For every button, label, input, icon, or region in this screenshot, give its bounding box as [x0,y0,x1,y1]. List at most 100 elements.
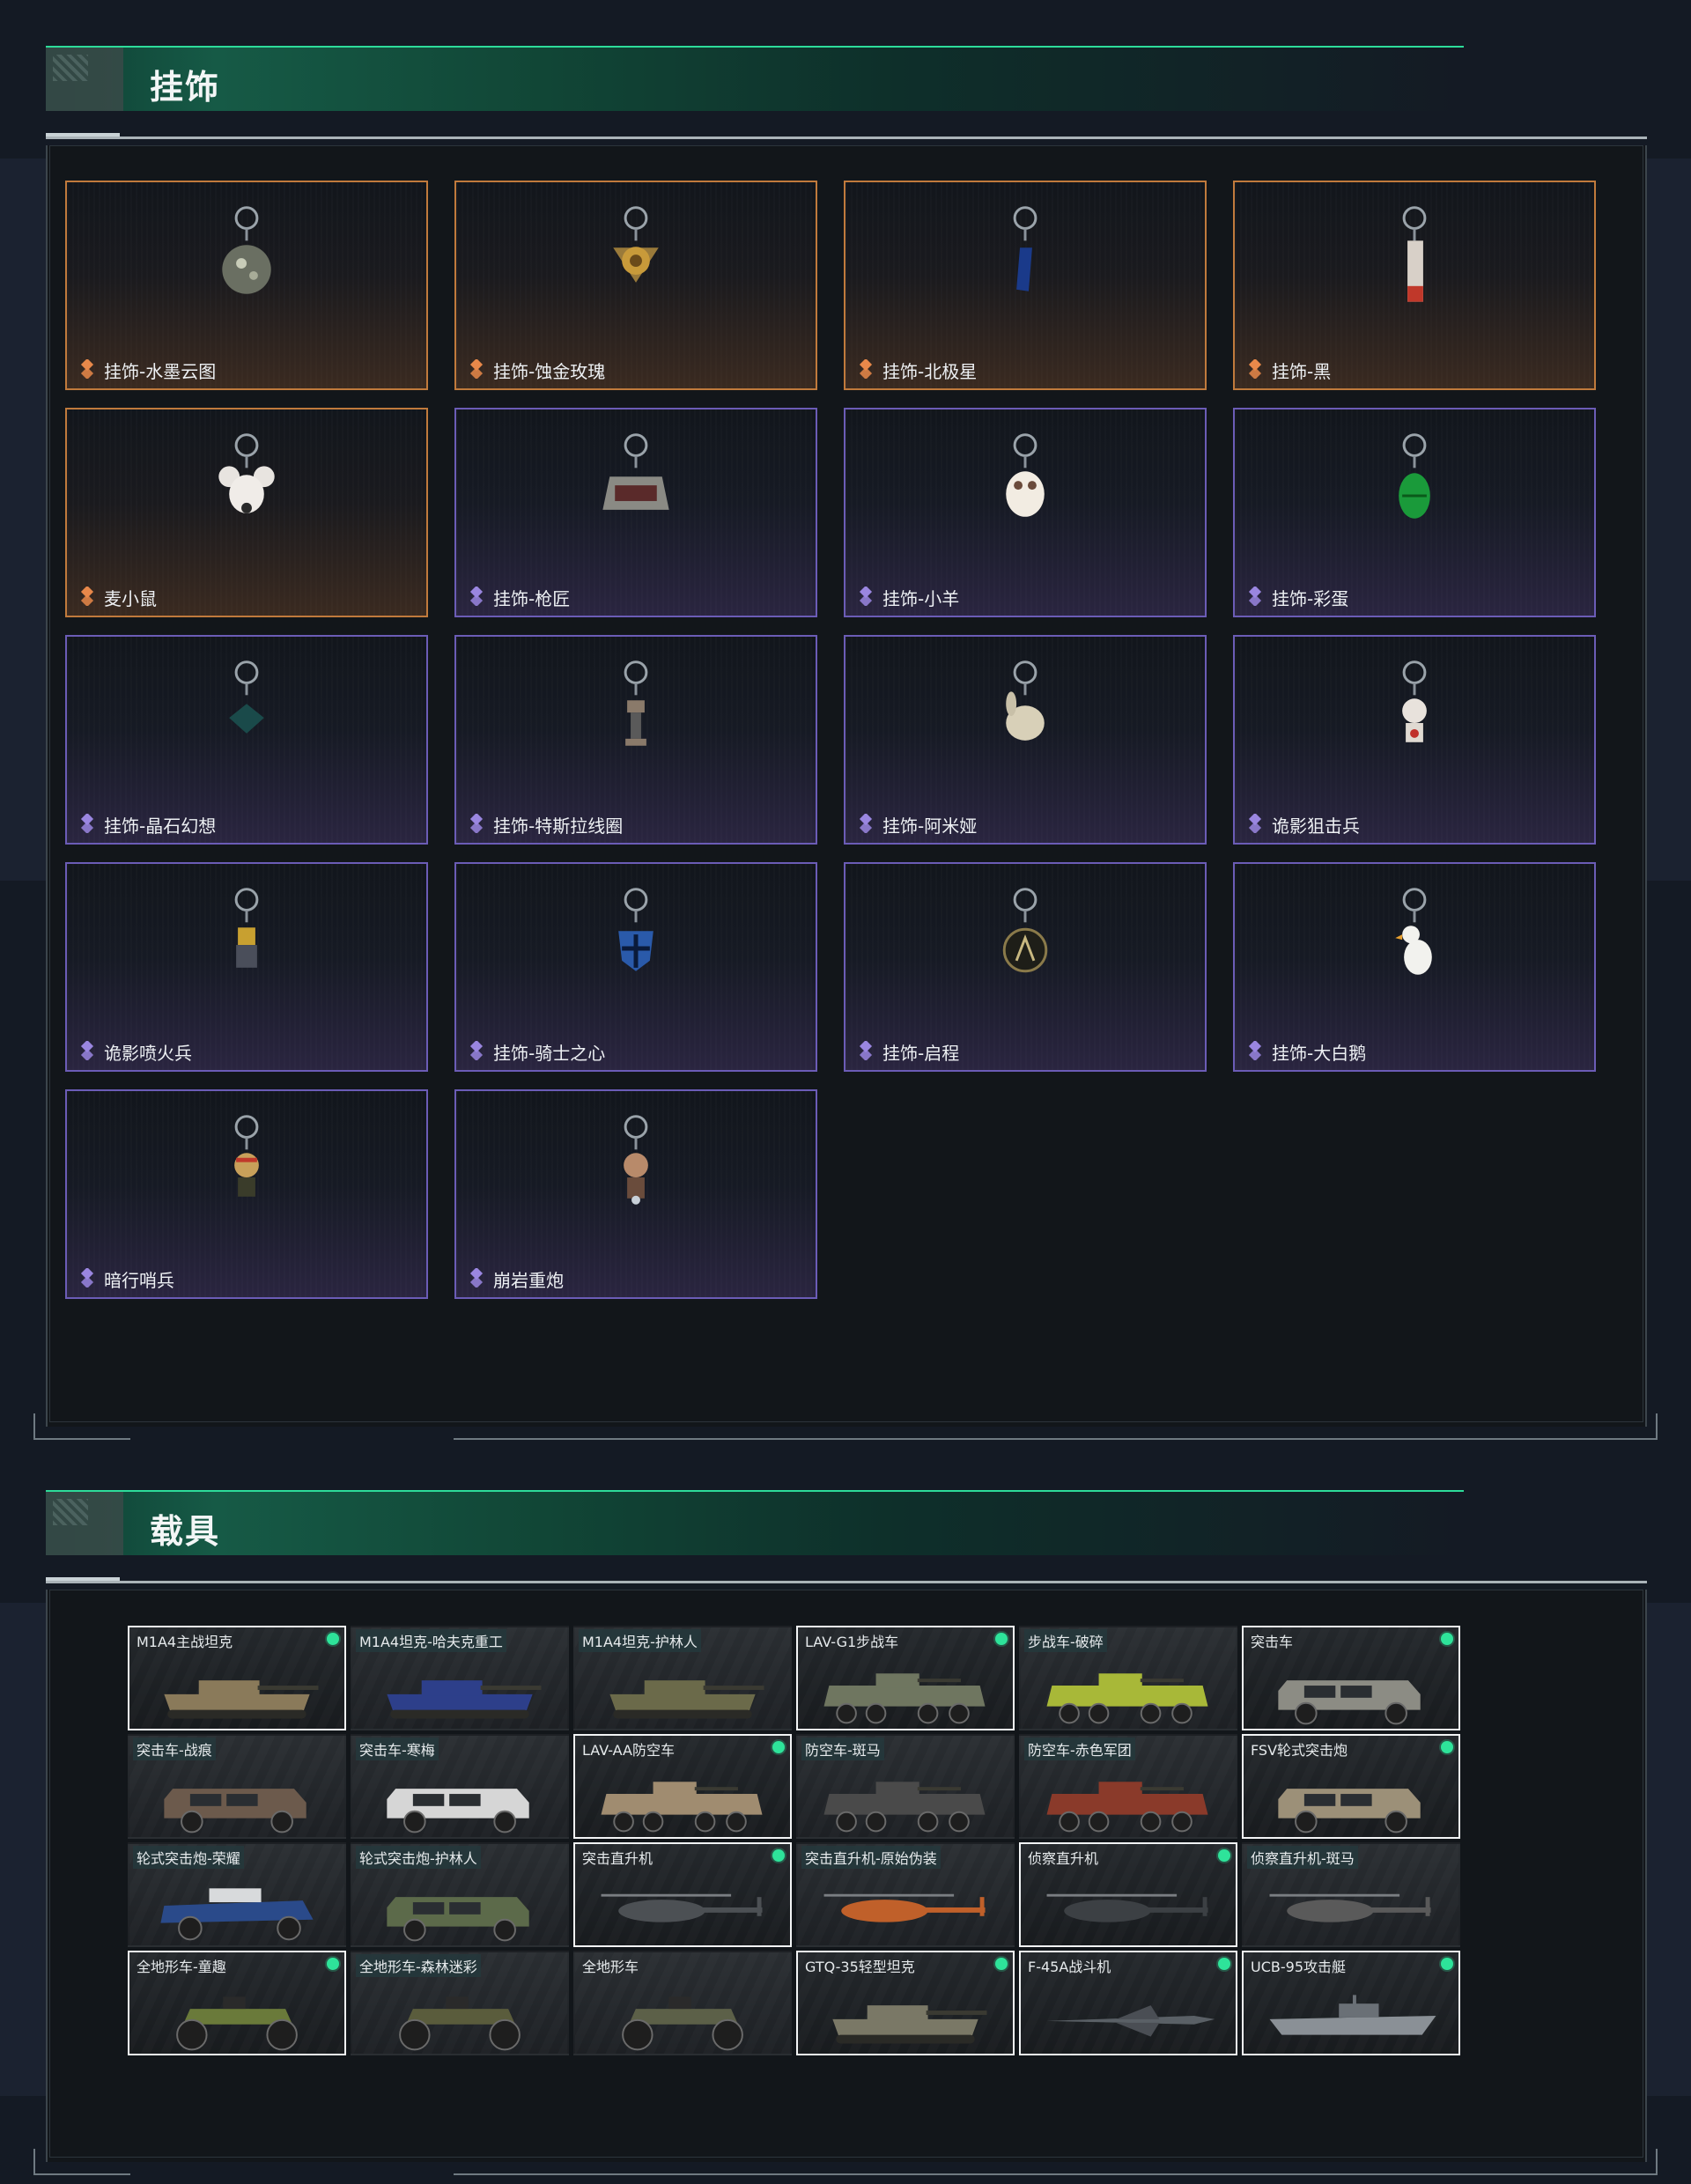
vehicle-card[interactable]: M1A4坦克-哈夫克重工 [351,1626,569,1730]
owned-indicator-icon [1218,1849,1230,1862]
vehicle-card[interactable]: 全地形车 [573,1951,792,2055]
vehicle-name: 侦察直升机-斑马 [1247,1846,1358,1869]
charm-card[interactable]: 挂饰-北极星 [844,181,1207,390]
owned-indicator-icon [1441,1633,1453,1645]
owned-indicator-icon [772,1849,785,1862]
panel-corner [1643,2149,1658,2175]
rarity-diamond-icon [467,585,486,609]
charm-name: 挂饰-阿米娅 [882,815,978,837]
vehicle-card[interactable]: 全地形车-童趣 [128,1951,346,2055]
vehicle-name: 侦察直升机 [1028,1850,1099,1867]
charm-name: 挂饰-北极星 [882,361,978,382]
charm-card[interactable]: 挂饰-启程 [844,862,1207,1072]
charm-name: 挂饰-启程 [882,1043,960,1064]
vehicle-card[interactable]: UCB-95攻击艇 [1242,1951,1460,2055]
charm-label: 挂饰-北极星 [856,358,977,383]
vehicle-card[interactable]: 突击车-寒梅 [351,1734,569,1839]
vehicle-card[interactable]: 突击车 [1242,1626,1460,1730]
charm-card[interactable]: 挂饰-骑士之心 [454,862,817,1072]
charm-name: 挂饰-骑士之心 [493,1043,606,1064]
charm-name: 挂饰-晶石幻想 [104,815,217,837]
rarity-diamond-icon [856,358,875,382]
vehicle-card[interactable]: GTQ-35轻型坦克 [796,1951,1015,2055]
vehicle-card[interactable]: 防空车-赤色军团 [1019,1734,1237,1839]
owned-indicator-icon [1441,1741,1453,1753]
charm-card[interactable]: 暗行哨兵 [65,1089,428,1299]
charm-card[interactable]: 挂饰-水墨云图 [65,181,428,390]
charm-card[interactable]: 挂饰-彩蛋 [1233,408,1596,617]
rarity-diamond-icon [467,1039,486,1064]
vehicle-card[interactable]: 防空车-斑马 [796,1734,1015,1839]
charm-name: 暗行哨兵 [104,1270,174,1291]
vehicle-name: 突击车 [1251,1634,1294,1650]
rarity-diamond-icon [467,358,486,382]
vehicles-section-header: 载具 [46,1490,1464,1555]
panel-bottom-edge [454,1438,1658,1440]
rarity-diamond-icon [467,1266,486,1291]
charm-label: 挂饰-启程 [856,1039,959,1065]
charm-label: 挂饰-黑 [1245,358,1331,383]
vehicle-name: 全地形车-童趣 [137,1959,226,1975]
owned-indicator-icon [1441,1958,1453,1970]
vehicle-card[interactable]: LAV-G1步战车 [796,1626,1015,1730]
vehicle-card[interactable]: 轮式突击炮-荣耀 [128,1842,346,1947]
charm-name: 诡影喷火兵 [104,1043,192,1064]
charm-name: 挂饰-彩蛋 [1272,588,1349,609]
vehicle-card[interactable]: M1A4坦克-护林人 [573,1626,792,1730]
charm-grid: 挂饰-水墨云图 挂饰-蚀金玫瑰 挂饰-北极星 挂饰-黑 麦小鼠 挂饰-枪匠 挂饰-小羊 挂饰-… [65,181,1596,1299]
charm-card[interactable]: 挂饰-大白鹅 [1233,862,1596,1072]
charm-label: 挂饰-枪匠 [467,585,570,610]
vehicle-name: FSV轮式突击炮 [1251,1742,1348,1759]
vehicle-card[interactable]: 突击车-战痕 [128,1734,346,1839]
charm-label: 麦小鼠 [78,585,157,610]
charm-label: 诡影狙击兵 [1245,812,1360,837]
charm-name: 挂饰-大白鹅 [1272,1043,1367,1064]
vehicle-card[interactable]: 全地形车-森林迷彩 [351,1951,569,2055]
charm-label: 诡影喷火兵 [78,1039,192,1065]
vehicle-card[interactable]: 侦察直升机 [1019,1842,1237,1947]
charm-card[interactable]: 麦小鼠 [65,408,428,617]
vehicle-name: 全地形车-森林迷彩 [356,1954,481,1977]
section-divider [46,1577,1647,1583]
vehicle-name: 轮式突击炮-护林人 [356,1846,481,1869]
rarity-diamond-icon [78,812,97,837]
vehicle-card[interactable]: M1A4主战坦克 [128,1626,346,1730]
vehicle-card[interactable]: 突击直升机-原始伪装 [796,1842,1015,1947]
vehicle-card[interactable]: 侦察直升机-斑马 [1242,1842,1460,1947]
charm-name: 挂饰-小羊 [882,588,960,609]
vehicle-card[interactable]: 突击直升机 [573,1842,792,1947]
charm-card[interactable]: 挂饰-阿米娅 [844,635,1207,845]
panel-bottom-edge [454,2173,1658,2175]
charm-card[interactable]: 挂饰-枪匠 [454,408,817,617]
charm-label: 挂饰-彩蛋 [1245,585,1348,610]
rarity-diamond-icon [1245,1039,1265,1064]
rarity-diamond-icon [78,1266,97,1291]
charm-card[interactable]: 崩岩重炮 [454,1089,817,1299]
charm-name: 挂饰-枪匠 [493,588,571,609]
charm-card[interactable]: 诡影狙击兵 [1233,635,1596,845]
charm-name: 诡影狙击兵 [1272,815,1360,837]
charm-card[interactable]: 挂饰-黑 [1233,181,1596,390]
rarity-diamond-icon [856,585,875,609]
charm-card[interactable]: 诡影喷火兵 [65,862,428,1072]
owned-indicator-icon [327,1958,339,1970]
charm-label: 挂饰-蚀金玫瑰 [467,358,605,383]
owned-indicator-icon [1218,1958,1230,1970]
vehicle-card[interactable]: F-45A战斗机 [1019,1951,1237,2055]
charm-card[interactable]: 挂饰-晶石幻想 [65,635,428,845]
vehicle-name: 突击车-寒梅 [356,1738,439,1760]
vehicle-name: M1A4坦克-护林人 [579,1629,701,1652]
rarity-diamond-icon [78,585,97,609]
vehicle-card[interactable]: 步战车-破碎 [1019,1626,1237,1730]
charm-card[interactable]: 挂饰-特斯拉线圈 [454,635,817,845]
vehicle-card[interactable]: LAV-AA防空车 [573,1734,792,1839]
charm-card[interactable]: 挂饰-蚀金玫瑰 [454,181,817,390]
panel-bottom-edge [33,1438,130,1440]
vehicle-card[interactable]: 轮式突击炮-护林人 [351,1842,569,1947]
vehicle-name: 步战车-破碎 [1024,1629,1107,1652]
rarity-diamond-icon [78,1039,97,1064]
rarity-diamond-icon [78,358,97,382]
charm-label: 挂饰-阿米娅 [856,812,977,837]
charm-card[interactable]: 挂饰-小羊 [844,408,1207,617]
vehicle-card[interactable]: FSV轮式突击炮 [1242,1734,1460,1839]
